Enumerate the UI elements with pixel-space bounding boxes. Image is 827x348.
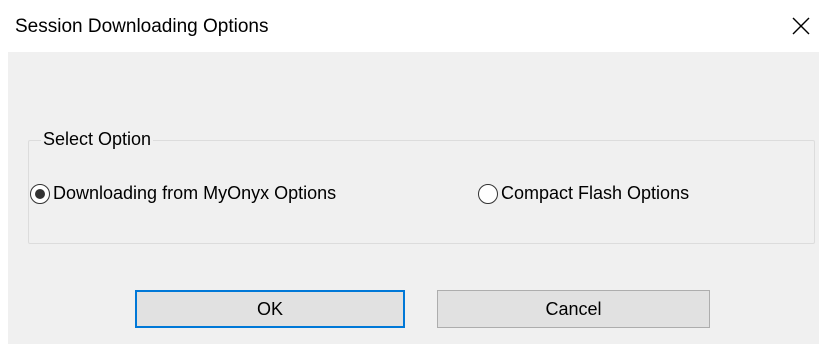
radio-compact-flash-options[interactable]: Compact Flash Options [478,183,689,204]
title-bar: Session Downloading Options [0,0,827,52]
close-button[interactable] [775,0,827,52]
radio-label: Downloading from MyOnyx Options [53,183,337,203]
radio-label: Compact Flash Options [501,183,690,203]
radio-button-checked[interactable] [30,183,50,204]
radio-button-unchecked[interactable] [478,183,498,204]
radio-dot [35,188,45,199]
session-downloading-options-dialog: Session Downloading Options Select Optio… [0,0,827,348]
dialog-body: Select Option Downloading from MyOnyx Op… [8,52,819,344]
ok-button[interactable]: OK [135,290,405,328]
dialog-title: Session Downloading Options [15,16,269,37]
cancel-button[interactable]: Cancel [437,290,710,328]
radio-myonyx-options[interactable]: Downloading from MyOnyx Options [30,183,336,204]
close-icon [792,17,810,35]
group-label: Select Option [41,129,154,150]
